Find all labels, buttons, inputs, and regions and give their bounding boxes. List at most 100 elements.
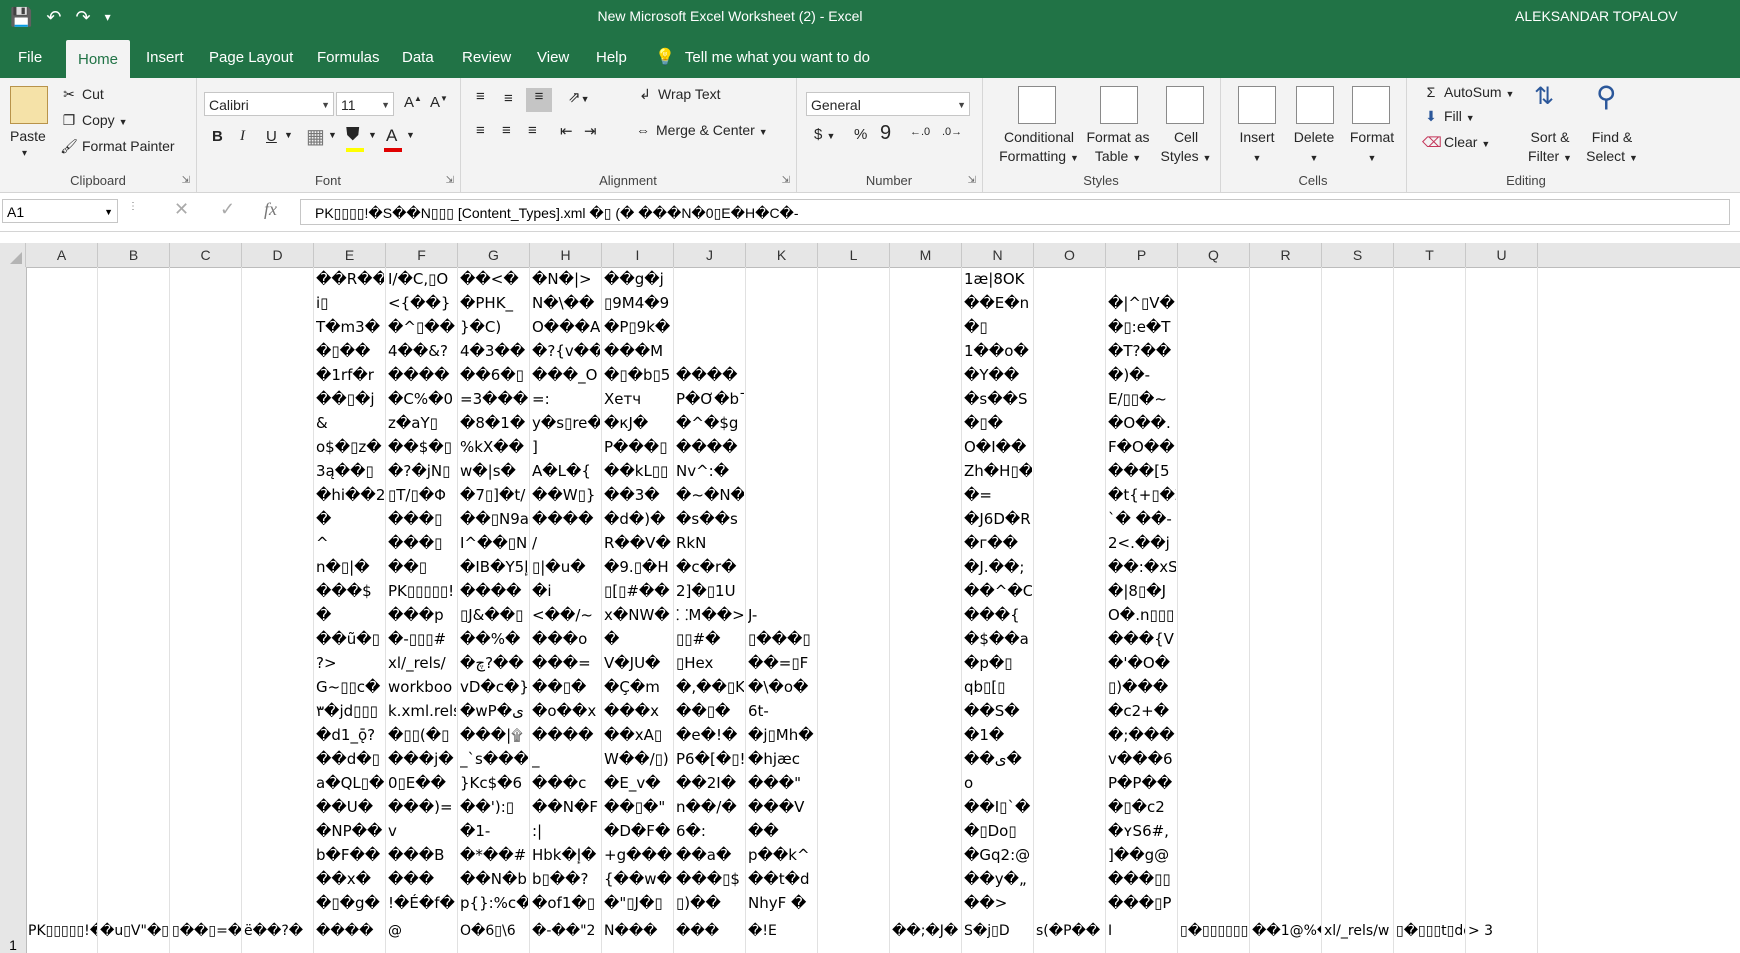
column-header-p[interactable]: P <box>1106 243 1178 267</box>
cell-n1[interactable]: S�j▯D <box>964 919 1033 943</box>
tab-insert[interactable]: Insert <box>134 36 196 78</box>
bold-button[interactable]: B <box>212 128 223 145</box>
cell-a1[interactable]: PK▯▯▯▯▯!� <box>28 919 97 943</box>
tab-view[interactable]: View <box>525 36 581 78</box>
column-header-i[interactable]: I <box>602 243 674 267</box>
align-right-icon[interactable]: ≡ <box>528 122 537 139</box>
comma-button[interactable]: 9 <box>880 122 891 145</box>
orientation-icon[interactable]: ⇗▼ <box>568 88 590 106</box>
font-name-box[interactable]: Calibri ▼ <box>204 92 334 116</box>
cut-button[interactable]: ✂ Cut <box>60 86 104 103</box>
font-color-dropdown-icon[interactable]: ▼ <box>406 130 415 140</box>
column-header-g[interactable]: G <box>458 243 530 267</box>
fill-color-dropdown-icon[interactable]: ▼ <box>368 130 377 140</box>
conditional-formatting-button[interactable]: Conditional Formatting ▼ <box>996 128 1082 168</box>
middle-align-icon[interactable]: ≡ <box>504 90 513 107</box>
fill-color-icon[interactable]: ⛊ <box>346 124 360 145</box>
tab-page-layout[interactable]: Page Layout <box>197 36 305 78</box>
insert-cells-icon[interactable] <box>1238 86 1276 124</box>
cell-u1[interactable]: > 3 <box>1468 919 1537 943</box>
cell-area[interactable]: ��R�� i▯ T�m3� �▯�� �1rf�r ��▯�j & o$�▯z� 3ą��▯ �… <box>26 267 1740 953</box>
find-select-icon[interactable]: ⚲ <box>1596 80 1617 113</box>
format-as-table-icon[interactable] <box>1100 86 1138 124</box>
column-header-e[interactable]: E <box>314 243 386 267</box>
number-format-box[interactable]: General ▼ <box>806 92 970 116</box>
align-left-icon[interactable]: ≡ <box>476 122 485 139</box>
currency-button[interactable]: $ ▼ <box>814 126 835 143</box>
borders-icon[interactable]: ▦ <box>306 124 325 149</box>
cell-q1[interactable]: ▯�▯▯▯▯▯▯ <box>1180 919 1249 943</box>
merge-center-button[interactable]: ⇔ Merge & Center ▼ <box>634 122 768 138</box>
increase-indent-icon[interactable]: ⇥ <box>584 122 597 140</box>
column-header-q[interactable]: Q <box>1178 243 1250 267</box>
cell-k1[interactable]: �!E <box>748 919 817 943</box>
tab-formulas[interactable]: Formulas <box>305 36 392 78</box>
sort-filter-button[interactable]: Sort & Filter ▼ <box>1518 128 1582 168</box>
cell-h1[interactable]: �-��"2 <box>532 919 601 943</box>
font-size-box[interactable]: 11 ▼ <box>336 92 394 116</box>
cell-t1[interactable]: ▯�▯▯▯t▯doc <box>1396 919 1465 943</box>
column-header-f[interactable]: F <box>386 243 458 267</box>
delete-cells-button[interactable]: Delete ▼ <box>1286 128 1342 168</box>
paste-button[interactable]: Paste <box>10 128 46 144</box>
autosum-button[interactable]: Σ AutoSum ▼ <box>1422 84 1515 100</box>
format-painter-button[interactable]: 🖌 Format Painter <box>60 138 174 155</box>
percent-button[interactable]: % <box>854 126 867 143</box>
underline-dropdown-icon[interactable]: ▼ <box>284 130 293 140</box>
cell-r1[interactable]: ��1@%� <box>1252 919 1321 943</box>
align-center-icon[interactable]: ≡ <box>502 122 511 139</box>
clear-button[interactable]: ⌫ Clear ▼ <box>1422 134 1490 151</box>
decrease-indent-icon[interactable]: ⇤ <box>560 122 573 140</box>
tab-review[interactable]: Review <box>450 36 523 78</box>
format-as-table-button[interactable]: Format as Table ▼ <box>1082 128 1154 168</box>
paste-dropdown-icon[interactable]: ▾ <box>22 148 27 159</box>
cancel-icon[interactable]: ✕ <box>174 199 189 220</box>
cell-p1[interactable]: I <box>1108 919 1177 943</box>
column-header-b[interactable]: B <box>98 243 170 267</box>
column-header-o[interactable]: O <box>1034 243 1106 267</box>
column-header-h[interactable]: H <box>530 243 602 267</box>
font-color-icon[interactable]: A <box>386 126 397 146</box>
column-header-n[interactable]: N <box>962 243 1034 267</box>
column-header-u[interactable]: U <box>1466 243 1538 267</box>
column-header-l[interactable]: L <box>818 243 890 267</box>
shrink-font-button[interactable]: A▼ <box>430 94 448 111</box>
name-box[interactable]: A1 ▼ <box>2 199 118 223</box>
borders-dropdown-icon[interactable]: ▼ <box>328 130 337 140</box>
formula-input[interactable]: PK▯▯▯▯!�S��N▯▯▯ [Content_Types].xml �▯ (… <box>300 199 1730 225</box>
alignment-launcher-icon[interactable]: ⇲ <box>782 175 790 186</box>
format-cells-button[interactable]: Format ▼ <box>1342 128 1402 168</box>
column-header-d[interactable]: D <box>242 243 314 267</box>
cell-b1[interactable]: �u▯V"�▯ <box>100 919 169 943</box>
bottom-align-icon[interactable]: ≡ <box>526 88 552 112</box>
grow-font-button[interactable]: A▲ <box>404 94 422 111</box>
column-header-s[interactable]: S <box>1322 243 1394 267</box>
select-all-button[interactable] <box>0 243 26 267</box>
cell-j1[interactable]: ��� <box>676 919 745 943</box>
tab-data[interactable]: Data <box>390 36 446 78</box>
name-box-dropdown-icon[interactable]: ▼ <box>104 200 113 224</box>
tab-help[interactable]: Help <box>584 36 639 78</box>
clipboard-launcher-icon[interactable]: ⇲ <box>182 175 190 186</box>
column-header-j[interactable]: J <box>674 243 746 267</box>
column-header-k[interactable]: K <box>746 243 818 267</box>
increase-decimal-icon[interactable]: ←.0 <box>910 126 930 138</box>
underline-button[interactable]: U <box>266 128 277 145</box>
cell-e1[interactable]: ���� <box>316 919 385 943</box>
column-header-r[interactable]: R <box>1250 243 1322 267</box>
decrease-decimal-icon[interactable]: .0→ <box>942 126 962 138</box>
delete-cells-icon[interactable] <box>1296 86 1334 124</box>
number-launcher-icon[interactable]: ⇲ <box>968 175 976 186</box>
italic-button[interactable]: I <box>240 128 245 145</box>
cell-styles-button[interactable]: Cell Styles ▼ <box>1158 128 1214 168</box>
insert-cells-button[interactable]: Insert ▼ <box>1230 128 1284 168</box>
fill-button[interactable]: ⬇ Fill ▼ <box>1422 108 1475 125</box>
paste-icon[interactable] <box>10 86 48 124</box>
cell-c1[interactable]: ▯��▯=� <box>172 919 241 943</box>
wrap-text-button[interactable]: ↲ Wrap Text <box>636 86 720 103</box>
column-header-t[interactable]: T <box>1394 243 1466 267</box>
tab-file[interactable]: File <box>6 36 54 78</box>
cell-styles-icon[interactable] <box>1166 86 1204 124</box>
find-select-button[interactable]: Find & Select ▼ <box>1580 128 1644 168</box>
merge-dropdown-icon[interactable]: ▼ <box>759 127 768 137</box>
